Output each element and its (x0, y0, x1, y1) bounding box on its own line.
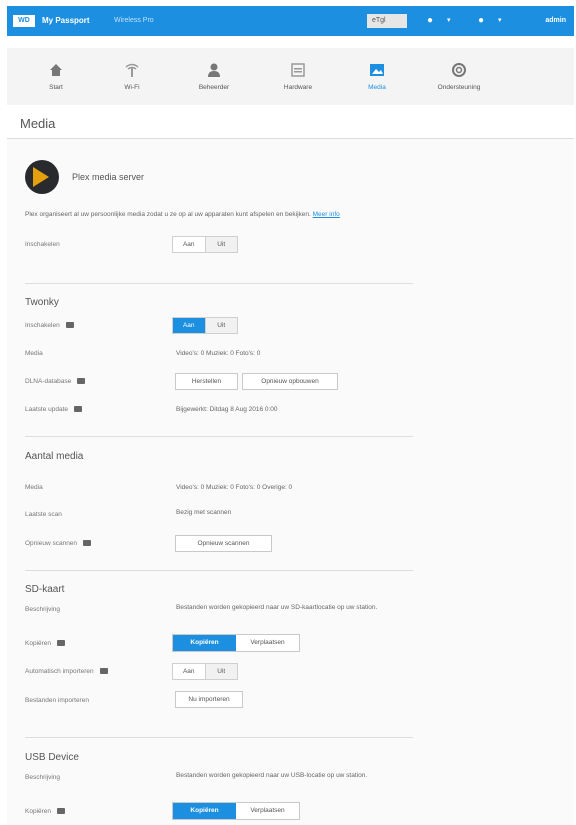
media-count-title: Aantal media (25, 451, 84, 462)
plex-description-text: Plex organiseert al uw persoonlijke medi… (25, 211, 311, 218)
nav-label: Start (49, 84, 63, 91)
sd-action-selector[interactable]: Kopiëren Verplaatsen (172, 634, 300, 652)
divider (25, 737, 413, 738)
main-navigation: Start Wi-Fi Beheerder Hardware Media Ond… (7, 48, 574, 105)
plex-toggle[interactable]: Aan Uit (172, 236, 238, 253)
usb-status-tile[interactable]: eTgl (367, 14, 407, 28)
usb-device-title: USB Device (25, 752, 79, 763)
twonky-last-update-value: Bijgewerkt: Ditdag 8 Aug 2016 0:00 (176, 406, 278, 413)
usb-description: Bestanden worden gekopieerd naar uw USB-… (176, 772, 368, 779)
settings-icon[interactable]: ● (478, 14, 484, 28)
sd-card-title: SD-kaart (25, 584, 65, 595)
info-icon[interactable] (57, 640, 66, 647)
usb-action-label: Kopiëren (25, 808, 66, 815)
nav-item-home[interactable]: Start (24, 48, 88, 105)
info-icon[interactable] (74, 406, 83, 413)
nav-label: Hardware (283, 84, 313, 91)
info-icon[interactable] (65, 322, 74, 329)
toggle-off[interactable]: Uit (204, 318, 237, 333)
app-title: My Passport (42, 16, 90, 25)
twonky-media-counts: Video's: 0 Muziek: 0 Foto's: 0 (176, 350, 261, 357)
reset-library-button[interactable]: Opnieuw opbouwen (242, 373, 338, 390)
last-scan-value: Bezig met scannen (176, 509, 232, 516)
nav-item-media[interactable]: Media (345, 48, 409, 105)
plex-logo (25, 160, 59, 194)
rescan-label: Opnieuw scannen (25, 540, 92, 547)
page-title: Media (20, 116, 56, 131)
plex-chevron-icon (33, 167, 49, 187)
twonky-enable-label: Inschakelen (25, 322, 74, 329)
sd-description: Bestanden worden gekopieerd naar uw SD-k… (176, 604, 378, 611)
hardware-icon (291, 63, 305, 77)
support-icon (452, 63, 466, 77)
nav-label: Media (368, 84, 386, 91)
label-text: Laatste update (25, 406, 69, 413)
sd-action-label: Kopiëren (25, 640, 66, 647)
toggle-on[interactable]: Aan (173, 318, 205, 333)
rescan-button[interactable]: Opnieuw scannen (175, 535, 272, 552)
divider (25, 570, 413, 571)
label-text: Kopiëren (25, 808, 52, 815)
move-option[interactable]: Verplaatsen (236, 803, 299, 819)
copy-option[interactable]: Kopiëren (173, 635, 236, 651)
label-text: Opnieuw scannen (25, 540, 78, 547)
move-option[interactable]: Verplaatsen (236, 635, 299, 651)
more-info-link[interactable]: Meer info (313, 211, 340, 218)
twonky-toggle[interactable]: Aan Uit (172, 317, 238, 334)
twonky-media-label: Media (25, 350, 43, 357)
nav-item-wifi[interactable]: Wi-Fi (100, 48, 164, 105)
sd-auto-import-label: Automatisch importeren (25, 668, 108, 675)
toggle-on[interactable]: Aan (173, 664, 205, 679)
content-panel (7, 139, 574, 825)
media-count-values: Video's: 0 Muziek: 0 Foto's: 0 Overige: … (176, 484, 293, 491)
label-text: Kopiëren (25, 640, 52, 647)
nav-label: Beheerder (198, 84, 230, 91)
plex-description: Plex organiseert al uw persoonlijke medi… (25, 211, 340, 218)
label-text: Inschakelen (25, 322, 60, 329)
label-text: DLNA-database (25, 378, 72, 385)
sd-desc-label: Beschrijving (25, 606, 61, 613)
user-icon (208, 63, 220, 77)
bell-icon[interactable]: ● (427, 14, 433, 28)
last-scan-label: Laatste scan (25, 511, 62, 518)
info-icon[interactable] (99, 668, 108, 675)
rebuild-button[interactable]: Herstellen (175, 373, 238, 390)
toggle-on[interactable]: Aan (173, 237, 205, 252)
info-icon[interactable] (57, 808, 66, 815)
nav-item-hardware[interactable]: Hardware (266, 48, 330, 105)
twonky-library-label: DLNA-database (25, 378, 86, 385)
sd-import-label: Bestanden importeren (25, 697, 89, 704)
label-text: Automatisch importeren (25, 668, 94, 675)
top-bar: WD My Passport Wireless Pro eTgl ● ▾ ● ▾… (7, 6, 574, 36)
twonky-title: Twonky (25, 297, 59, 308)
info-icon[interactable] (83, 540, 92, 547)
info-icon[interactable] (77, 378, 86, 385)
app-subtitle: Wireless Pro (114, 17, 154, 24)
media-icon (370, 64, 384, 76)
nav-item-admin[interactable]: Beheerder (182, 48, 246, 105)
media-count-label: Media (25, 484, 43, 491)
nav-label: Wi-Fi (124, 84, 140, 91)
import-now-button[interactable]: Nu importeren (175, 691, 243, 708)
nav-item-support[interactable]: Ondersteuning (427, 48, 491, 105)
nav-label: Ondersteuning (437, 84, 481, 91)
plex-title: Plex media server (72, 172, 145, 182)
usb-action-selector[interactable]: Kopiëren Verplaatsen (172, 802, 300, 820)
usb-desc-label: Beschrijving (25, 774, 61, 781)
chevron-down-icon[interactable]: ▾ (498, 14, 502, 28)
wd-logo: WD (13, 15, 35, 27)
divider (25, 283, 413, 284)
copy-option[interactable]: Kopiëren (173, 803, 236, 819)
home-icon (50, 64, 62, 76)
toggle-off[interactable]: Uit (204, 237, 237, 252)
wifi-icon (125, 63, 139, 77)
admin-menu[interactable]: admin (545, 17, 566, 24)
twonky-last-update-label: Laatste update (25, 406, 83, 413)
toggle-off[interactable]: Uit (204, 664, 237, 679)
sd-auto-import-toggle[interactable]: Aan Uit (172, 663, 238, 680)
divider (25, 436, 413, 437)
chevron-down-icon[interactable]: ▾ (447, 14, 451, 28)
plex-enable-label: Inschakelen (25, 241, 60, 248)
